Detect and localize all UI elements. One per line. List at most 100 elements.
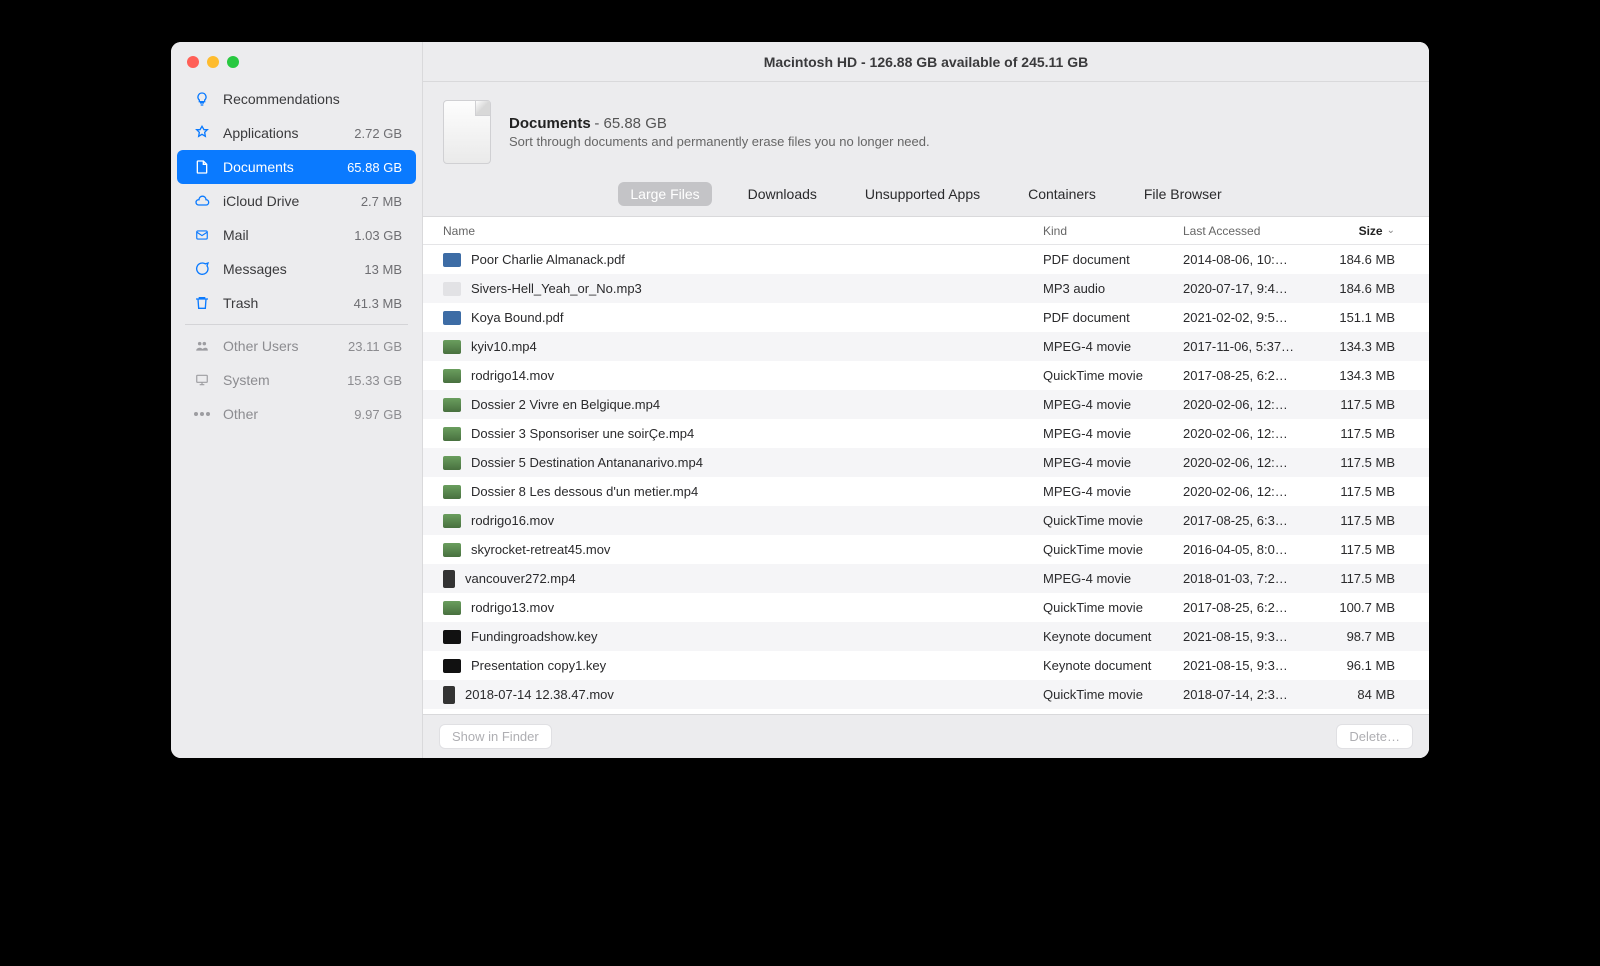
category-title: Documents bbox=[509, 115, 591, 132]
file-kind: PDF document bbox=[1043, 252, 1183, 267]
file-name: Dossier 2 Vivre en Belgique.mp4 bbox=[471, 397, 660, 412]
bulb-icon bbox=[193, 90, 211, 108]
file-size: 117.5 MB bbox=[1323, 484, 1409, 499]
sidebar-item-documents[interactable]: Documents 65.88 GB bbox=[177, 150, 416, 184]
sidebar-item-other-users[interactable]: Other Users23.11 GB bbox=[177, 329, 416, 363]
column-header-last-accessed[interactable]: Last Accessed bbox=[1183, 224, 1323, 238]
file-kind: MPEG-4 movie bbox=[1043, 397, 1183, 412]
sidebar-item-mail[interactable]: Mail 1.03 GB bbox=[177, 218, 416, 252]
file-row[interactable]: Dossier 3 Sponsoriser une soirÇe.mp4MPEG… bbox=[423, 419, 1429, 448]
file-size: 117.5 MB bbox=[1323, 455, 1409, 470]
file-row[interactable]: Sivers-Hell_Yeah_or_No.mp3MP3 audio2020-… bbox=[423, 274, 1429, 303]
sidebar-item-recommendations[interactable]: Recommendations bbox=[177, 82, 416, 116]
file-row[interactable]: Presentation copy1.keyKeynote document20… bbox=[423, 651, 1429, 680]
sidebar-item-label: Mail bbox=[223, 227, 342, 243]
sidebar-item-size: 9.97 GB bbox=[354, 407, 402, 422]
file-last-accessed: 2020-02-06, 12:… bbox=[1183, 484, 1323, 499]
file-name: rodrigo14.mov bbox=[471, 368, 554, 383]
delete-button[interactable]: Delete… bbox=[1336, 724, 1413, 749]
maximize-window-button[interactable] bbox=[227, 56, 239, 68]
file-size: 84 MB bbox=[1323, 687, 1409, 702]
category-size: - 65.88 GB bbox=[594, 115, 667, 132]
file-size: 117.5 MB bbox=[1323, 513, 1409, 528]
file-last-accessed: 2017-08-25, 6:2… bbox=[1183, 600, 1323, 615]
file-size: 100.7 MB bbox=[1323, 600, 1409, 615]
file-thumbnail-icon bbox=[443, 340, 461, 354]
tab-downloads[interactable]: Downloads bbox=[736, 182, 829, 206]
file-row[interactable]: Koya Bound.pdfPDF document2021-02-02, 9:… bbox=[423, 303, 1429, 332]
show-in-finder-button[interactable]: Show in Finder bbox=[439, 724, 552, 749]
file-row[interactable]: skyrocket-retreat45.movQuickTime movie20… bbox=[423, 535, 1429, 564]
file-row[interactable]: kyiv10.mp4MPEG-4 movie2017-11-06, 5:37…1… bbox=[423, 332, 1429, 361]
file-last-accessed: 2017-08-25, 6:2… bbox=[1183, 368, 1323, 383]
sidebar-item-label: Documents bbox=[223, 159, 335, 175]
tab-unsupported-apps[interactable]: Unsupported Apps bbox=[853, 182, 992, 206]
sidebar-item-size: 2.7 MB bbox=[361, 194, 402, 209]
tab-file-browser[interactable]: File Browser bbox=[1132, 182, 1234, 206]
file-thumbnail-icon bbox=[443, 456, 461, 470]
file-name: Poor Charlie Almanack.pdf bbox=[471, 252, 625, 267]
file-row[interactable]: vancouver272.mp4MPEG-4 movie2018-01-03, … bbox=[423, 564, 1429, 593]
category-subtitle: Sort through documents and permanently e… bbox=[509, 134, 930, 149]
file-thumbnail-icon bbox=[443, 543, 461, 557]
file-kind: MPEG-4 movie bbox=[1043, 339, 1183, 354]
file-size: 134.3 MB bbox=[1323, 339, 1409, 354]
file-thumbnail-icon bbox=[443, 253, 461, 267]
column-header-kind[interactable]: Kind bbox=[1043, 224, 1183, 238]
file-name: Presentation copy1.key bbox=[471, 658, 606, 673]
file-row[interactable]: Fundingroadshow.keyKeynote document2021-… bbox=[423, 622, 1429, 651]
column-header-name[interactable]: Name bbox=[443, 224, 1043, 238]
file-list[interactable]: Poor Charlie Almanack.pdfPDF document201… bbox=[423, 245, 1429, 714]
sidebar-item-system[interactable]: System15.33 GB bbox=[177, 363, 416, 397]
sidebar-item-size: 13 MB bbox=[364, 262, 402, 277]
sidebar-item-messages[interactable]: Messages 13 MB bbox=[177, 252, 416, 286]
dots-icon bbox=[193, 405, 211, 423]
sort-chevron-down-icon: ⌄ bbox=[1387, 225, 1395, 236]
file-size: 117.5 MB bbox=[1323, 426, 1409, 441]
file-name: skyrocket-retreat45.mov bbox=[471, 542, 610, 557]
sidebar-item-size: 15.33 GB bbox=[347, 373, 402, 388]
file-size: 96.1 MB bbox=[1323, 658, 1409, 673]
file-row[interactable]: Dossier 8 Les dessous d'un metier.mp4MPE… bbox=[423, 477, 1429, 506]
file-kind: QuickTime movie bbox=[1043, 368, 1183, 383]
sidebar-item-trash[interactable]: Trash41.3 MB bbox=[177, 286, 416, 320]
footer-toolbar: Show in Finder Delete… bbox=[423, 714, 1429, 758]
file-last-accessed: 2017-08-25, 6:3… bbox=[1183, 513, 1323, 528]
column-header-size[interactable]: Size ⌄ bbox=[1323, 224, 1409, 238]
sidebar-item-label: Messages bbox=[223, 261, 352, 277]
sidebar-item-icloud-drive[interactable]: iCloud Drive2.7 MB bbox=[177, 184, 416, 218]
file-row[interactable]: Dossier 5 Destination Antananarivo.mp4MP… bbox=[423, 448, 1429, 477]
sidebar-item-size: 1.03 GB bbox=[354, 228, 402, 243]
sidebar-item-size: 41.3 MB bbox=[354, 296, 402, 311]
file-kind: Keynote document bbox=[1043, 658, 1183, 673]
tabs: Large Files Downloads Unsupported Apps Cont… bbox=[423, 174, 1429, 217]
mail-icon bbox=[193, 226, 211, 244]
minimize-window-button[interactable] bbox=[207, 56, 219, 68]
file-size: 184.6 MB bbox=[1323, 252, 1409, 267]
close-window-button[interactable] bbox=[187, 56, 199, 68]
file-name: 2018-07-14 12.38.47.mov bbox=[465, 687, 614, 702]
sidebar-item-size: 65.88 GB bbox=[347, 160, 402, 175]
file-thumbnail-icon bbox=[443, 427, 461, 441]
category-header: Documents - 65.88 GB Sort through docume… bbox=[423, 82, 1429, 174]
file-row[interactable]: rodrigo13.movQuickTime movie2017-08-25, … bbox=[423, 593, 1429, 622]
window-title-text: Macintosh HD - 126.88 GB available of 24… bbox=[764, 54, 1088, 70]
file-thumbnail-icon bbox=[443, 514, 461, 528]
file-name: Dossier 8 Les dessous d'un metier.mp4 bbox=[471, 484, 698, 499]
file-row[interactable]: Poor Charlie Almanack.pdf PDF document201… bbox=[423, 245, 1429, 274]
sidebar-item-other[interactable]: Other9.97 GB bbox=[177, 397, 416, 431]
file-row[interactable]: rodrigo16.movQuickTime movie2017-08-25, … bbox=[423, 506, 1429, 535]
file-last-accessed: 2021-08-15, 9:3… bbox=[1183, 629, 1323, 644]
file-last-accessed: 2014-08-06, 10:… bbox=[1183, 252, 1323, 267]
file-last-accessed: 2018-01-03, 7:2… bbox=[1183, 571, 1323, 586]
users-icon bbox=[193, 337, 211, 355]
sidebar-item-applications[interactable]: Applications2.72 GB bbox=[177, 116, 416, 150]
window-controls bbox=[187, 56, 239, 68]
file-row[interactable]: rodrigo14.mov QuickTime movie2017-08-25, … bbox=[423, 361, 1429, 390]
storage-management-window: RecommendationsApplications2.72 GBDocume… bbox=[171, 42, 1429, 758]
tab-containers[interactable]: Containers bbox=[1016, 182, 1108, 206]
tab-large-files[interactable]: Large Files bbox=[618, 182, 711, 206]
msg-icon bbox=[193, 260, 211, 278]
file-row[interactable]: 2018-07-14 12.38.47.movQuickTime movie20… bbox=[423, 680, 1429, 709]
file-row[interactable]: Dossier 2 Vivre en Belgique.mp4 MPEG-4 mo… bbox=[423, 390, 1429, 419]
